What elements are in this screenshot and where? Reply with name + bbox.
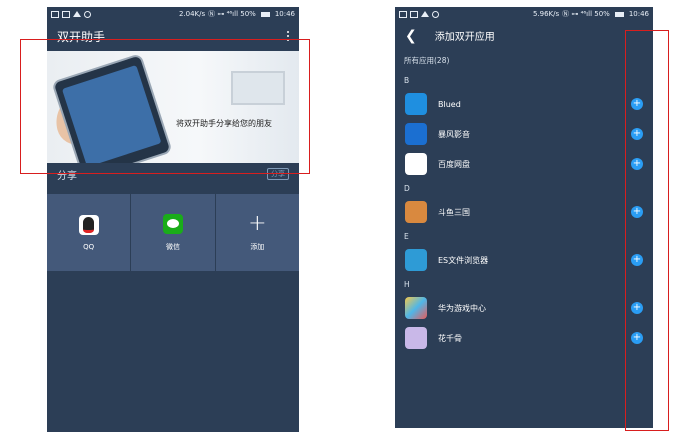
app-tile-wechat[interactable]: 微信	[131, 194, 215, 271]
app-name: 花千骨	[438, 333, 462, 343]
network-speed: 2.04K/s	[178, 10, 206, 18]
section-header: 所有应用(28)	[404, 56, 450, 65]
warning-icon	[421, 11, 429, 17]
douyu-icon	[405, 201, 427, 223]
network-speed: 5.96K/s	[532, 10, 560, 18]
app-row-blued[interactable]: Blued +	[395, 89, 653, 119]
app-name: 华为游戏中心	[438, 303, 486, 313]
highlight-box-add-column	[625, 30, 669, 431]
highlight-box-banner	[20, 39, 310, 174]
notification-icon	[51, 10, 59, 18]
battery-icon	[260, 11, 270, 17]
baofeng-icon	[405, 123, 427, 145]
qq-icon	[78, 214, 99, 235]
clock: 10:46	[274, 10, 295, 18]
status-icons	[51, 10, 91, 18]
app-row-es-explorer[interactable]: ES文件浏览器 +	[395, 245, 653, 275]
app-name: ES文件浏览器	[438, 255, 489, 265]
app-name: Blued	[438, 99, 461, 109]
app-grid: QQ 微信 + 添加	[47, 194, 299, 271]
app-name: 斗鱼三国	[438, 207, 470, 217]
clock: 10:46	[628, 10, 649, 18]
app-tile-label: 微信	[165, 242, 180, 251]
index-letter-b: B	[404, 75, 410, 85]
warning-icon	[73, 11, 81, 17]
sync-icon	[432, 10, 439, 18]
es-explorer-icon	[405, 249, 427, 271]
app-bar: ❮ 添加双开应用	[395, 21, 653, 50]
battery-icon	[614, 11, 624, 17]
app-row-huawei-game[interactable]: 华为游戏中心 +	[395, 293, 653, 323]
index-letter-d: D	[404, 183, 410, 193]
baidu-netdisk-icon	[405, 153, 427, 175]
right-phone-screen: 5.96K/s Ⓝ ⊶ ⁴⁶ıll 50% 10:46 ❮ 添加双开应用 所有应…	[395, 7, 653, 428]
signal-info: Ⓝ ⊶ ⁴⁶ıll 50%	[208, 10, 256, 18]
status-icons	[399, 10, 439, 18]
image-icon	[410, 10, 418, 18]
sync-icon	[84, 10, 91, 18]
app-row-baofeng[interactable]: 暴风影音 +	[395, 119, 653, 149]
blued-icon	[405, 93, 427, 115]
status-bar: 2.04K/s Ⓝ ⊶ ⁴⁶ıll 50% 10:46	[47, 7, 299, 21]
plus-icon: +	[248, 210, 267, 236]
app-tile-qq[interactable]: QQ	[47, 194, 131, 271]
image-icon	[62, 10, 70, 18]
page-title: 添加双开应用	[434, 32, 495, 43]
notification-icon	[399, 10, 407, 18]
back-arrow-icon[interactable]: ❮	[405, 28, 417, 44]
wechat-icon	[162, 213, 183, 234]
app-tile-add[interactable]: + 添加	[215, 194, 299, 271]
signal-info: Ⓝ ⊶ ⁴⁶ıll 50%	[562, 10, 610, 18]
status-bar: 5.96K/s Ⓝ ⊶ ⁴⁶ıll 50% 10:46	[395, 7, 653, 21]
app-tile-label: QQ	[83, 242, 95, 251]
app-name: 暴风影音	[438, 129, 470, 139]
app-row-baidu-netdisk[interactable]: 百度网盘 +	[395, 149, 653, 179]
index-letter-e: E	[404, 231, 409, 241]
huaqiangu-icon	[405, 327, 427, 349]
app-row-douyu[interactable]: 斗鱼三国 +	[395, 197, 653, 227]
app-tile-label: 添加	[250, 242, 265, 251]
app-name: 百度网盘	[438, 159, 470, 169]
huawei-game-icon	[405, 297, 427, 319]
app-row-huaqiangu[interactable]: 花千骨 +	[395, 323, 653, 353]
index-letter-h: H	[404, 279, 410, 289]
